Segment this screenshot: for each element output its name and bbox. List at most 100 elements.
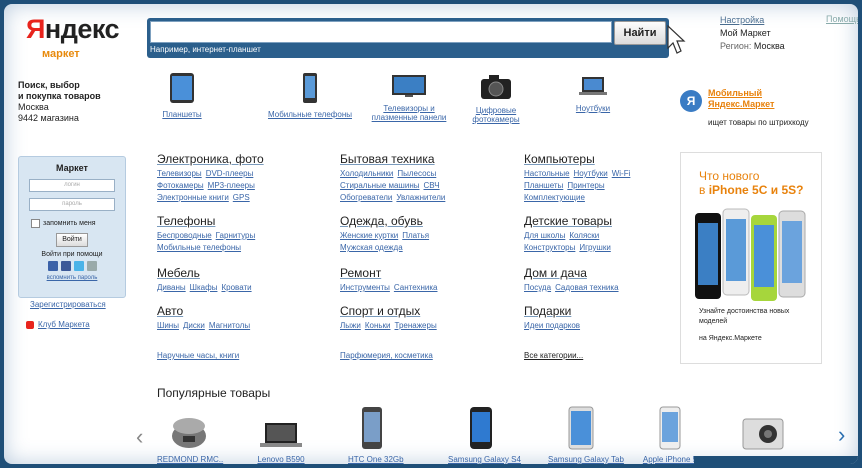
iphone-promo-banner[interactable]: Что нового в iPhone 5C и 5S? Узнайте дос… <box>680 152 822 364</box>
category-title[interactable]: Детские товары <box>524 214 689 228</box>
category-link[interactable]: Для школы <box>524 231 565 240</box>
category-kids: Детские товары Для школы Коляски Конструк… <box>524 214 689 254</box>
product-item[interactable]: Lenovo B590 <box>252 422 310 464</box>
tile-tv[interactable]: Телевизоры и плазменные панели <box>364 74 454 122</box>
category-link[interactable]: Лыжи <box>340 321 361 330</box>
my-market-link[interactable]: Мой Маркет <box>720 27 785 40</box>
login-button[interactable]: Войти <box>56 233 88 247</box>
category-title[interactable]: Компьютеры <box>524 152 689 166</box>
category-title[interactable]: Телефоны <box>157 214 322 228</box>
category-link[interactable]: Wi-Fi <box>612 169 631 178</box>
category-link[interactable]: MP3-плееры <box>208 181 255 190</box>
product-item[interactable]: REDMOND RMC.. <box>157 414 223 464</box>
category-link[interactable]: Кровати <box>221 283 251 292</box>
product-label: Apple iPhone 5 <box>642 455 698 464</box>
category-link[interactable]: Садовая техника <box>555 283 618 292</box>
category-link[interactable]: Пылесосы <box>397 169 436 178</box>
login-input[interactable]: логин <box>29 179 115 192</box>
logo-market-label[interactable]: маркет <box>42 48 80 60</box>
category-link[interactable]: Коляски <box>569 231 599 240</box>
category-link[interactable]: Конструкторы <box>524 243 575 252</box>
category-link[interactable]: Фотокамеры <box>157 181 204 190</box>
category-title[interactable]: Спорт и отдых <box>340 304 505 318</box>
category-link[interactable]: Сантехника <box>394 283 438 292</box>
tile-cameras[interactable]: Цифровые фотокамеры <box>468 74 524 124</box>
category-title[interactable]: Мебель <box>157 266 322 280</box>
category-link[interactable]: Ноутбуки <box>574 169 608 178</box>
tile-phones[interactable]: Мобильные телефоны <box>260 72 360 119</box>
category-link[interactable]: Электронные книги <box>157 193 229 202</box>
category-link[interactable]: Магнитолы <box>209 321 250 330</box>
product-item[interactable]: Samsung Galaxy Tab <box>548 406 624 464</box>
category-title[interactable]: Бытовая техника <box>340 152 505 166</box>
category-link[interactable]: Инструменты <box>340 283 390 292</box>
category-link[interactable]: Посуда <box>524 283 551 292</box>
category-link[interactable]: Тренажеры <box>395 321 437 330</box>
category-title[interactable]: Электроника, фото <box>157 152 322 166</box>
category-title[interactable]: Ремонт <box>340 266 505 280</box>
register-link[interactable]: Зарегистрироваться <box>30 300 106 309</box>
category-title[interactable]: Подарки <box>524 304 689 318</box>
category-link[interactable]: Настольные <box>524 169 570 178</box>
more-icon[interactable] <box>86 261 97 271</box>
tile-tablets[interactable]: Планшеты <box>154 72 210 119</box>
twitter-icon[interactable] <box>73 261 84 271</box>
category-link[interactable]: Стиральные машины <box>340 181 420 190</box>
product-item[interactable]: Apple iPhone 5 <box>640 406 700 464</box>
category-link[interactable]: Телевизоры <box>157 169 202 178</box>
category-link[interactable]: Гарнитуры <box>216 231 256 240</box>
category-link[interactable]: Женские куртки <box>340 231 398 240</box>
search-button[interactable]: Найти <box>614 21 666 45</box>
promo-title-prefix: в <box>699 183 709 197</box>
remember-me[interactable]: запомнить меня <box>31 219 125 228</box>
remember-checkbox[interactable] <box>31 219 40 228</box>
category-link[interactable]: Комплектующие <box>524 193 585 202</box>
region-value[interactable]: Москва <box>754 41 785 51</box>
carousel-prev-icon[interactable]: ‹ <box>136 424 143 450</box>
category-link[interactable]: Идеи подарков <box>524 321 580 330</box>
search-hint[interactable]: Например, интернет-планшет <box>150 45 261 54</box>
product-item[interactable] <box>738 418 788 455</box>
category-link[interactable]: Беспроводные <box>157 231 212 240</box>
category-link[interactable]: Мужская одежда <box>340 243 403 252</box>
category-link[interactable]: Холодильники <box>340 169 393 178</box>
yandex-logo[interactable]: Яндекс <box>26 14 120 45</box>
club-link[interactable]: Клуб Маркета <box>26 320 90 329</box>
category-link[interactable]: Шины <box>157 321 179 330</box>
forgot-password-link[interactable]: вспомнить пароль <box>19 275 125 281</box>
product-item[interactable]: HTC One 32Gb <box>348 406 404 464</box>
search-input[interactable] <box>150 21 612 43</box>
settings-link[interactable]: Настройка <box>720 14 785 27</box>
password-input[interactable]: пароль <box>29 198 115 211</box>
category-title[interactable]: Одежда, обувь <box>340 214 505 228</box>
tile-laptops[interactable]: Ноутбуки <box>568 76 618 113</box>
watches-books-link[interactable]: Наручные часы, книги <box>157 351 239 360</box>
category-link[interactable]: Диски <box>183 321 205 330</box>
category-link[interactable]: Мобильные телефоны <box>157 243 241 252</box>
facebook-icon[interactable] <box>60 261 71 271</box>
category-link[interactable]: Диваны <box>157 283 186 292</box>
category-link[interactable]: Принтеры <box>567 181 604 190</box>
product-item[interactable]: Samsung Galaxy S4 <box>448 406 521 464</box>
mobile-app-title[interactable]: Мобильный Яндекс.Маркет <box>708 88 808 110</box>
category-link[interactable]: GPS <box>233 193 250 202</box>
category-link[interactable]: DVD-плееры <box>206 169 254 178</box>
category-link[interactable]: Планшеты <box>524 181 563 190</box>
tile-label: Планшеты <box>162 110 202 119</box>
category-link[interactable]: Платья <box>402 231 429 240</box>
perfume-link[interactable]: Парфюмерия, косметика <box>340 351 433 360</box>
all-categories-link[interactable]: Все категории... <box>524 351 583 360</box>
category-link[interactable]: Коньки <box>365 321 391 330</box>
category-link[interactable]: Шкафы <box>190 283 218 292</box>
category-link[interactable]: Обогреватели <box>340 193 392 202</box>
promo-brand: на Яндекс.Маркете <box>699 335 762 342</box>
category-title[interactable]: Дом и дача <box>524 266 689 280</box>
category-link[interactable]: СВЧ <box>424 181 440 190</box>
category-title[interactable]: Авто <box>157 304 322 318</box>
vk-icon[interactable] <box>47 261 58 271</box>
promo-title-line1: Что нового <box>699 169 760 183</box>
carousel-next-icon[interactable]: › <box>838 422 845 448</box>
category-link[interactable]: Игрушки <box>579 243 610 252</box>
category-link[interactable]: Увлажнители <box>396 193 445 202</box>
help-link[interactable]: Помощь <box>826 14 858 24</box>
